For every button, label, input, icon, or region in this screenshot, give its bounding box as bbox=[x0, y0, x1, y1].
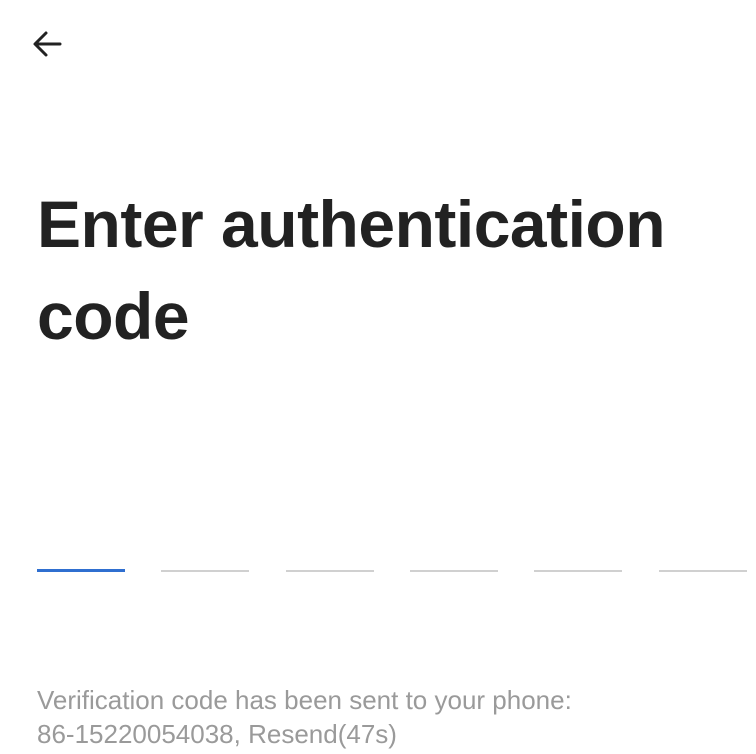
code-underline bbox=[37, 569, 125, 572]
code-underline bbox=[161, 570, 249, 572]
resend-link[interactable]: Resend(47s) bbox=[248, 719, 397, 749]
code-underline bbox=[286, 570, 374, 572]
back-button[interactable] bbox=[28, 24, 68, 64]
verification-info: Verification code has been sent to your … bbox=[37, 683, 737, 751]
code-underline bbox=[534, 570, 622, 572]
code-digit-5[interactable] bbox=[534, 540, 622, 590]
code-digit-4[interactable] bbox=[410, 540, 498, 590]
code-underline bbox=[659, 570, 747, 572]
code-input-row bbox=[37, 540, 756, 590]
page-title: Enter authentication code bbox=[37, 187, 666, 353]
code-digit-6[interactable] bbox=[659, 540, 747, 590]
verification-message: Verification code has been sent to your … bbox=[37, 685, 572, 715]
code-underline bbox=[410, 570, 498, 572]
code-digit-1[interactable] bbox=[37, 540, 125, 590]
info-separator: , bbox=[233, 719, 249, 749]
phone-number: 86-15220054038 bbox=[37, 719, 234, 749]
arrow-left-icon bbox=[33, 31, 62, 57]
code-digit-2[interactable] bbox=[161, 540, 249, 590]
code-digit-3[interactable] bbox=[286, 540, 374, 590]
